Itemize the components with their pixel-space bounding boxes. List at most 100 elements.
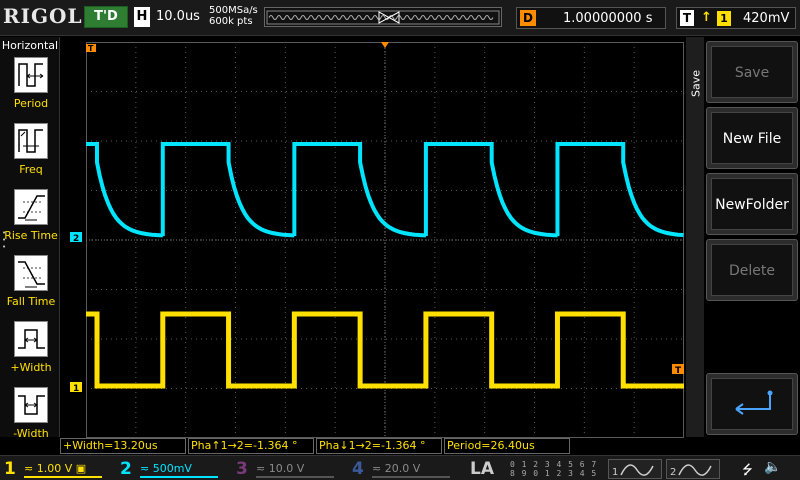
graticule [86,42,684,438]
channel-3-status[interactable]: 3 ≂ 10.0 V [234,458,344,480]
bandwidth-limit-icon: ▣ [75,462,87,475]
horizontal-letter: H [134,7,150,27]
measure-category-title: Horizontal [1,39,59,52]
logic-analyzer-status[interactable]: LA 0 1 2 3 4 5 6 7 8 9 0 1 2 3 4 5 [466,458,606,480]
period-measure-icon [14,57,48,93]
softkey-label: Save [711,46,793,98]
new-file-button[interactable]: New File [706,107,798,169]
measure-fall-time-button[interactable]: Fall Time [2,255,60,319]
softkey-label: NewFolder [711,178,793,230]
la-bits-row: 0 1 2 3 4 5 6 7 [510,460,598,469]
menu-title: Save [689,70,703,98]
channel-2-status[interactable]: 2 ≂ 500mV [118,458,228,480]
falling-edge-icon: ↓ [339,439,349,452]
dc-coupling-icon: ≂ [140,462,150,475]
measure-label: Rise Time [4,229,58,242]
trigger-readout[interactable]: T ↑ 1 420mV [676,7,796,29]
generator-2-button[interactable]: 2 [666,459,720,479]
channel-bar: 1 ≂ 1.00 V ▣ 2 ≂ 500mV 3 ≂ 10.0 V 4 ≂ 20… [0,455,800,480]
channel-scale: 20.0 V [384,462,421,475]
channel-2-marker-label: 2 [73,234,79,244]
generator-number: 2 [670,467,676,478]
channel-4-status[interactable]: 4 ≂ 20.0 V [350,458,460,480]
generator-number: 1 [612,467,618,478]
measure-positive-width-button[interactable]: +Width [2,321,60,385]
sine-wave-icon: 1 [612,464,654,478]
measure-period-button[interactable]: Period [2,57,60,121]
horizontal-timebase[interactable]: H 10.0us [134,7,204,27]
dc-coupling-icon: ≂ [372,462,382,475]
brand-logo: RIGOL [3,4,83,28]
measure-panel: Horizontal Period Freq • • • Rise Time Fal… [0,37,60,440]
measure-freq-button[interactable]: Freq [2,123,60,187]
channel-1-marker-label: 1 [73,384,79,394]
la-bits-row: 8 9 0 1 2 3 4 5 [510,469,598,478]
fall-time-icon [14,255,48,291]
delay-readout[interactable]: D 1.00000000 s [516,7,666,29]
measure-rise-time-button[interactable]: Rise Time [2,189,60,253]
top-status-bar: RIGOL T'D H 10.0us 500MSa/s 600k pts D 1… [0,0,800,36]
dc-coupling-icon: ≂ [24,462,34,475]
timebase-value: 10.0us [156,9,200,24]
trigger-level: 420mV [743,11,790,26]
menu-title-tab: Save [686,37,704,437]
save-button[interactable]: Save [706,41,798,103]
generator-1-button[interactable]: 1 [608,459,662,479]
waveform-display[interactable]: T 2 1 T [70,42,684,438]
delay-letter: D [520,10,536,26]
sample-rate: 500MSa/s [209,5,258,16]
dc-coupling-icon: ≂ [256,462,266,475]
channel-scale: 1.00 V [36,462,73,475]
rise-time-icon [14,189,48,225]
measure-negative-width-button[interactable]: -Width [2,387,60,451]
waveform-canvas: T 2 1 T [70,42,684,438]
return-arrow-icon [735,390,773,415]
phase-prefix: Pha [319,439,340,452]
result-phase-rising[interactable]: Pha↑1→2=-1.364 ° [188,438,314,454]
negative-width-icon [14,387,48,423]
memory-waveform-icon [266,10,500,25]
measure-label: Period [13,97,49,110]
la-channel-bits: 0 1 2 3 4 5 6 7 8 9 0 1 2 3 4 5 [510,460,597,478]
channel-1-status[interactable]: 1 ≂ 1.00 V ▣ [2,458,112,480]
trigger-position-marker[interactable] [381,42,389,48]
channel-scale: 10.0 V [268,462,305,475]
result-phase-falling[interactable]: Pha↓1→2=-1.364 ° [316,438,442,454]
softkey-label: New File [711,112,793,164]
softkey-label: Delete [711,244,793,296]
trigger-status-badge: T'D [84,6,128,28]
delete-button[interactable]: Delete [706,239,798,301]
phase-value: 1→2=-1.364 ° [220,439,298,452]
trigger-letter: T [680,10,694,26]
measure-label: Fall Time [6,295,56,308]
measure-label: -Width [13,427,49,440]
measure-label: Freq [19,163,43,176]
usb-icon: ⭍ [742,463,753,478]
delay-value: 1.00000000 s [563,11,653,26]
new-folder-button[interactable]: NewFolder [706,173,798,235]
la-label: LA [470,459,494,479]
memory-overview-strip[interactable] [264,7,502,27]
channel-number: 1 [4,459,16,479]
positive-width-icon [14,321,48,357]
trigger-source: 1 [717,11,731,26]
trigger-marker-label: T [88,44,94,53]
result-positive-width[interactable]: +Width=13.20us [60,438,186,454]
channel-number: 3 [236,459,248,479]
measure-label: +Width [10,361,52,374]
trigger-level-label: T [675,366,682,376]
memory-depth: 600k pts [209,16,253,27]
rising-edge-icon: ↑ [701,10,712,25]
phase-value: 1→2=-1.364 ° [348,439,426,452]
speaker-muted-icon[interactable]: 🔈 [764,459,781,475]
return-button[interactable] [706,373,798,435]
result-period[interactable]: Period=26.40us [444,438,570,454]
phase-prefix: Pha [191,439,212,452]
sine-wave-icon: 2 [670,464,712,478]
channel-number: 4 [352,459,364,479]
softkey-panel: Save Save New File NewFolder Delete [684,37,800,437]
measurement-results: +Width=13.20us Pha↑1→2=-1.364 ° Pha↓1→2=… [60,438,684,454]
channel-number: 2 [120,459,132,479]
channel-scale: 500mV [152,462,192,475]
frequency-measure-icon [14,123,48,159]
